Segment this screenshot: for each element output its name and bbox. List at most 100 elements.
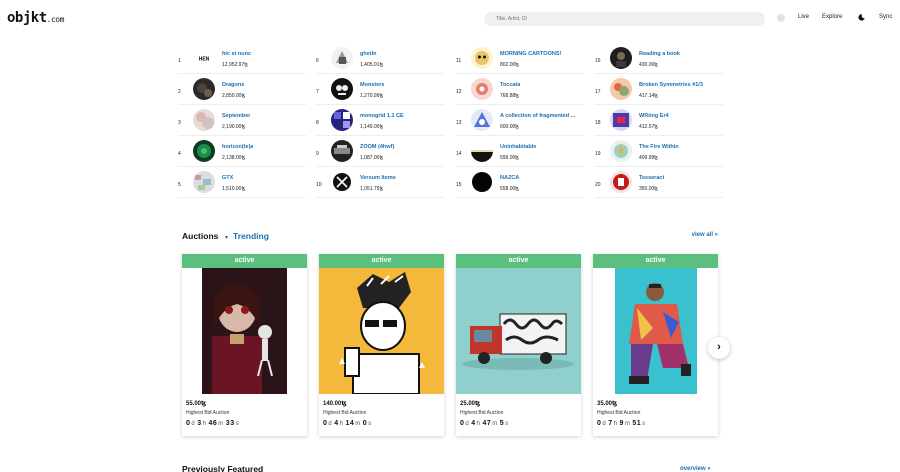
collection-avatar[interactable] bbox=[471, 47, 493, 69]
collection-name[interactable]: hic et nunc bbox=[222, 51, 251, 57]
status-badge: active bbox=[182, 254, 307, 268]
collection-avatar[interactable] bbox=[331, 140, 353, 162]
auction-card[interactable]: active 55.00ꜩ Highest Bid Auction 0d 3h 46m 33… bbox=[182, 254, 307, 436]
collection-avatar[interactable]: HEN bbox=[193, 47, 215, 69]
nav-sync[interactable]: Sync bbox=[879, 14, 892, 20]
collection-avatar[interactable] bbox=[193, 78, 215, 100]
auction-artwork[interactable] bbox=[593, 268, 718, 394]
collection-name[interactable]: Reading a book bbox=[639, 51, 680, 57]
collection-name[interactable]: Dragons bbox=[222, 82, 244, 88]
ranking-item[interactable]: 13 A collection of fragmented ... 600.00ꜩ bbox=[456, 106, 584, 136]
collection-name[interactable]: NAZCA bbox=[500, 175, 519, 181]
overview-link[interactable]: overview » bbox=[680, 466, 711, 472]
collection-volume: 802.00ꜩ bbox=[500, 62, 519, 68]
ranking-item[interactable]: 16 Reading a book 430.00ꜩ bbox=[595, 44, 723, 74]
ranking-item[interactable]: 14 Uninhabitable 599.00ꜩ bbox=[456, 137, 584, 167]
collection-avatar[interactable] bbox=[193, 109, 215, 131]
collection-volume: 768.88ꜩ bbox=[500, 93, 519, 99]
collection-volume: 599.00ꜩ bbox=[500, 155, 519, 161]
auction-type: Highest Bid Auction bbox=[323, 410, 367, 416]
nav-explore[interactable]: Explore bbox=[822, 14, 842, 20]
collection-avatar[interactable] bbox=[331, 109, 353, 131]
ranking-item[interactable]: 3 September 2,190.00ꜩ bbox=[178, 106, 306, 136]
search-input[interactable] bbox=[484, 12, 765, 26]
nav-live[interactable]: Live bbox=[798, 14, 809, 20]
collection-avatar[interactable] bbox=[610, 140, 632, 162]
ranking-item[interactable]: 7 Monsters 1,270.99ꜩ bbox=[316, 75, 444, 105]
collection-volume: 1,510.00ꜩ bbox=[222, 186, 246, 192]
collection-avatar[interactable] bbox=[471, 78, 493, 100]
ranking-item[interactable]: 9 ZOOM (4hwf) 1,087.00ꜩ bbox=[316, 137, 444, 167]
collection-name[interactable]: horizon(te)a bbox=[222, 144, 253, 150]
ranking-item[interactable]: 10 Versum Items 1,051.75ꜩ bbox=[316, 168, 444, 198]
auctions-title: Auctions bbox=[182, 231, 219, 241]
chevron-right-icon: › bbox=[717, 341, 721, 353]
ranking-item[interactable]: 6 ghetln 1,405.01ꜩ bbox=[316, 44, 444, 74]
auction-card[interactable]: active 35.00ꜩ Highest Bid Auction 0d 7h 9m 51s bbox=[593, 254, 718, 436]
ranking-item[interactable]: 12 Toccata 768.88ꜩ bbox=[456, 75, 584, 105]
top-collections-ranking: 1 HEN hic et nunc 12,952.97ꜩ 2 Dragons 2,850.0… bbox=[178, 44, 726, 204]
auction-artwork[interactable] bbox=[456, 268, 581, 394]
collection-avatar[interactable] bbox=[331, 171, 353, 193]
collection-name[interactable]: ghetln bbox=[360, 51, 377, 57]
ranking-item[interactable]: 17 Broken Symmetries #1/3 417.14ꜩ bbox=[595, 75, 723, 105]
auction-card[interactable]: active 140.00ꜩ Highest Bid Auction 0d 4h 14m 0… bbox=[319, 254, 444, 436]
collection-avatar[interactable] bbox=[610, 171, 632, 193]
chevron-down-icon[interactable]: ▾ bbox=[225, 234, 228, 241]
ranking-item[interactable]: 4 horizon(te)a 2,138.00ꜩ bbox=[178, 137, 306, 167]
auction-type: Highest Bid Auction bbox=[597, 410, 641, 416]
collection-name[interactable]: MORNING CARTOONS! bbox=[500, 51, 561, 57]
auction-artwork[interactable] bbox=[182, 268, 307, 394]
moon-icon[interactable] bbox=[858, 14, 865, 21]
collection-name[interactable]: Versum Items bbox=[360, 175, 396, 181]
ranking-item[interactable]: 1 HEN hic et nunc 12,952.97ꜩ bbox=[178, 44, 306, 74]
collection-name[interactable]: Toccata bbox=[500, 82, 520, 88]
collection-avatar[interactable] bbox=[193, 171, 215, 193]
ranking-item[interactable]: 19 The Fire Within 409.99ꜩ bbox=[595, 137, 723, 167]
rank-number: 10 bbox=[316, 182, 322, 188]
collection-avatar[interactable] bbox=[471, 109, 493, 131]
previously-featured-title: Previously Featured bbox=[182, 464, 264, 472]
collection-name[interactable]: monogrid 1.1 CE bbox=[360, 113, 404, 119]
ranking-item[interactable]: 20 Tesseract 350.00ꜩ bbox=[595, 168, 723, 198]
auction-card[interactable]: active 25.00ꜩ Highest Bid Auction 0d 4h 47m 5s bbox=[456, 254, 581, 436]
view-all-link[interactable]: view all » bbox=[692, 232, 718, 238]
collection-volume: 2,138.00ꜩ bbox=[222, 155, 246, 161]
collection-avatar[interactable] bbox=[193, 140, 215, 162]
ranking-item[interactable]: 5 GTX 1,510.00ꜩ bbox=[178, 168, 306, 198]
collection-name[interactable]: A collection of fragmented ... bbox=[500, 113, 575, 119]
rank-number: 8 bbox=[316, 120, 319, 126]
rank-number: 2 bbox=[178, 89, 181, 95]
trending-filter[interactable]: Trending bbox=[233, 231, 269, 241]
collection-name[interactable]: The Fire Within bbox=[639, 144, 679, 150]
ranking-item[interactable]: 11 MORNING CARTOONS! 802.00ꜩ bbox=[456, 44, 584, 74]
ranking-item[interactable]: 2 Dragons 2,850.00ꜩ bbox=[178, 75, 306, 105]
collection-avatar[interactable] bbox=[471, 171, 493, 193]
collection-avatar[interactable] bbox=[331, 47, 353, 69]
collection-avatar[interactable] bbox=[610, 78, 632, 100]
rank-number: 6 bbox=[316, 58, 319, 64]
logo[interactable]: objkt.com bbox=[7, 10, 64, 26]
status-dot[interactable] bbox=[777, 14, 785, 22]
collection-avatar[interactable] bbox=[331, 78, 353, 100]
top-header: objkt.com Live Explore Sync bbox=[0, 0, 900, 36]
ranking-item[interactable]: 18 WRöng Er4 412.57ꜩ bbox=[595, 106, 723, 136]
collection-name[interactable]: Uninhabitable bbox=[500, 144, 536, 150]
collection-name[interactable]: GTX bbox=[222, 175, 233, 181]
collection-name[interactable]: Broken Symmetries #1/3 bbox=[639, 82, 703, 88]
collection-name[interactable]: ZOOM (4hwf) bbox=[360, 144, 394, 150]
countdown-timer: 0d 7h 9m 51s bbox=[597, 420, 646, 427]
carousel-next-button[interactable]: › bbox=[708, 337, 730, 359]
ranking-item[interactable]: 15 NAZCA 558.00ꜩ bbox=[456, 168, 584, 198]
collection-avatar[interactable] bbox=[471, 140, 493, 162]
collection-avatar[interactable] bbox=[610, 109, 632, 131]
collection-name[interactable]: Tesseract bbox=[639, 175, 664, 181]
collection-name[interactable]: Monsters bbox=[360, 82, 384, 88]
ranking-item[interactable]: 8 monogrid 1.1 CE 1,149.00ꜩ bbox=[316, 106, 444, 136]
collection-name[interactable]: WRöng Er4 bbox=[639, 113, 669, 119]
collection-avatar[interactable] bbox=[610, 47, 632, 69]
rank-number: 19 bbox=[595, 151, 601, 157]
collection-name[interactable]: September bbox=[222, 113, 250, 119]
collection-volume: 1,270.99ꜩ bbox=[360, 93, 384, 99]
auction-artwork[interactable] bbox=[319, 268, 444, 394]
